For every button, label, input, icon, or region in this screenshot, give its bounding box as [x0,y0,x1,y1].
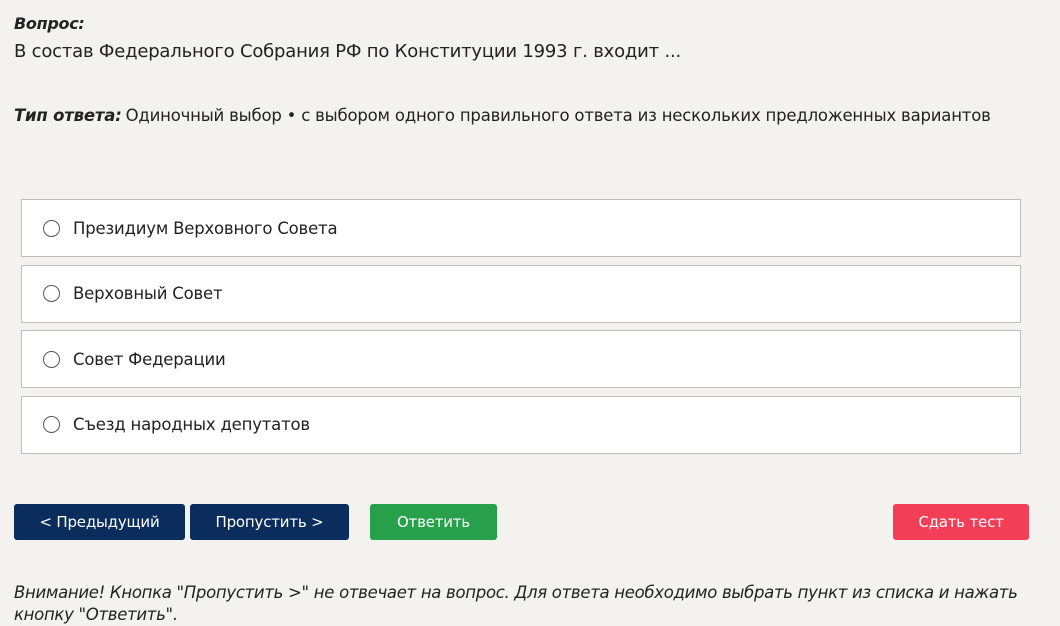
answer-option-4[interactable]: Съезд народных депутатов [21,395,1021,454]
answer-type-value: Одиночный выбор • с выбором одного прави… [125,106,991,125]
answer-option-label: Съезд народных депутатов [73,415,310,434]
answer-option-label: Совет Федерации [73,349,226,369]
radio-button[interactable] [43,416,60,433]
question-text: В состав Федерального Собрания РФ по Кон… [14,41,682,62]
answer-type-label: Тип ответа: [14,106,122,125]
notice-text: Внимание! Кнопка "Пропустить >" не отвеч… [14,583,1018,624]
answer-option-3[interactable]: Совет Федерации [21,330,1021,388]
answer-button[interactable]: Ответить [370,504,497,540]
answer-option-1[interactable]: Президиум Верховного Совета [21,199,1021,257]
answer-option-label: Верховный Совет [73,284,223,303]
submit-test-button[interactable]: Сдать тест [893,504,1029,540]
answer-option-2[interactable]: Верховный Совет [21,264,1021,323]
answer-type: Тип ответа: Одиночный выбор • с выбором о… [14,106,991,125]
question-label: Вопрос: [14,14,85,33]
previous-button[interactable]: < Предыдущий [14,504,185,540]
skip-button[interactable]: Пропустить > [190,504,349,540]
radio-button[interactable] [43,219,60,237]
radio-button[interactable] [43,350,60,368]
answer-options-list: Президиум Верховного Совета Верховный Со… [21,199,1021,461]
answer-option-label: Президиум Верховного Совета [73,218,338,238]
radio-button[interactable] [43,285,60,302]
